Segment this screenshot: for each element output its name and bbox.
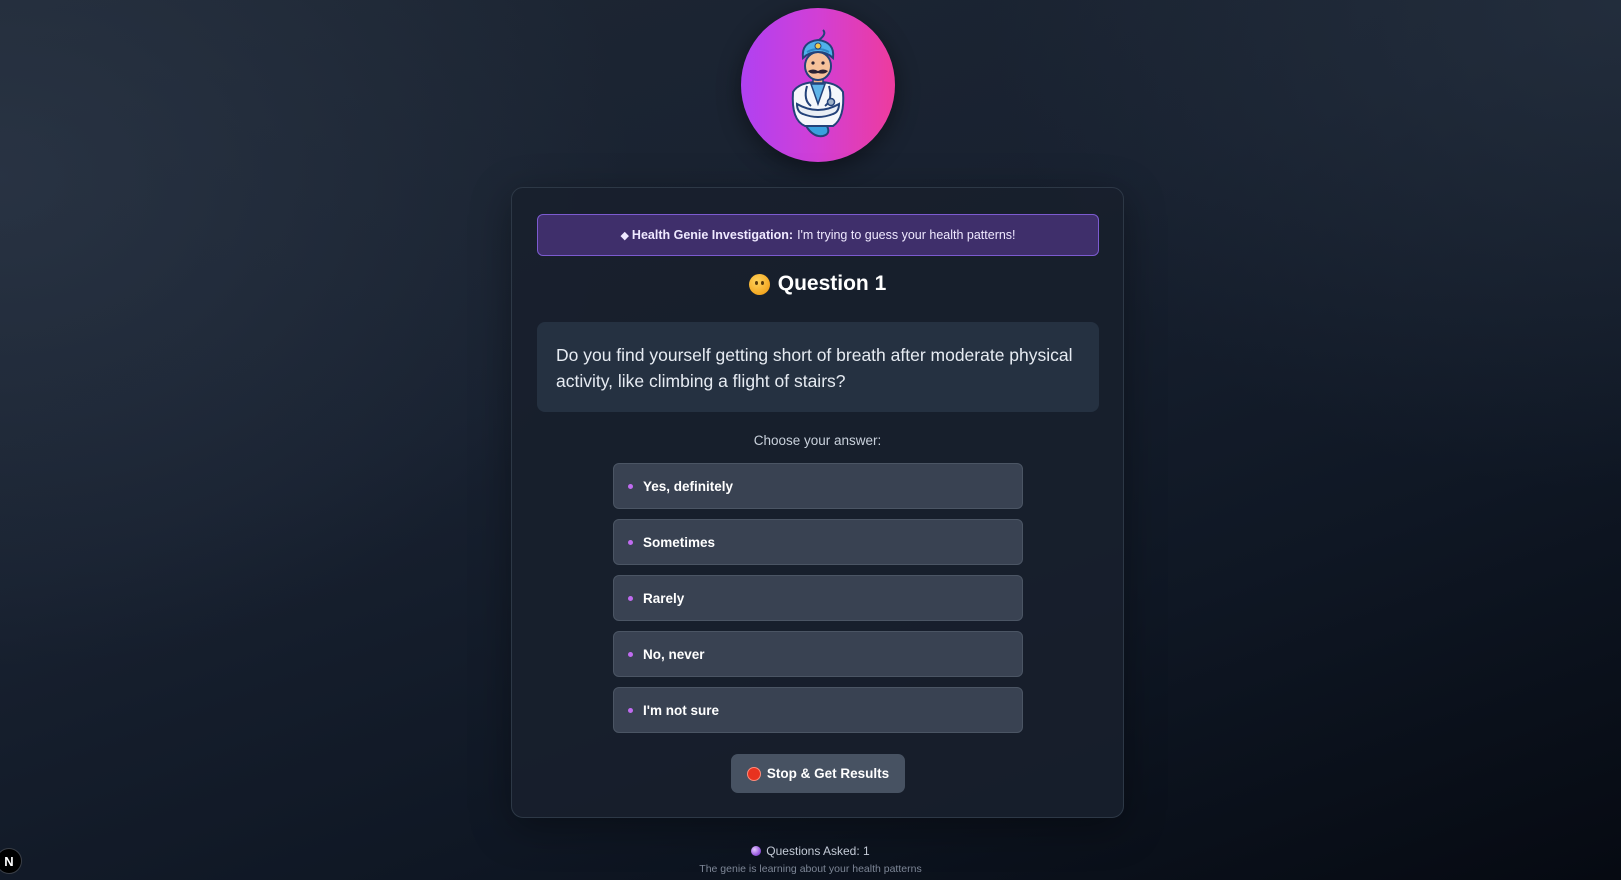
red-circle-icon [746,766,761,781]
question-heading: Question 1 [512,272,1123,296]
thinking-face-icon [748,273,770,295]
answer-label: I'm not sure [643,702,719,718]
questions-asked-text: Questions Asked: 1 [766,844,870,858]
genie-doctor-illustration [791,29,845,138]
investigation-banner: ◆ Health Genie Investigation: I'm trying… [537,214,1099,256]
bullet-icon [628,707,633,713]
bullet-icon [628,595,633,601]
footer-subtitle: The genie is learning about your health … [699,863,922,875]
choose-answer-label: Choose your answer: [753,433,882,448]
answer-label: Yes, definitely [643,478,734,494]
diamond-icon: ◆ [620,229,629,242]
question-card: ◆ Health Genie Investigation: I'm trying… [511,187,1124,818]
banner-title: Health Genie Investigation: [631,228,794,242]
banner-text: I'm trying to guess your health patterns… [797,228,1016,242]
stop-get-results-button[interactable]: Stop & Get Results [731,754,905,793]
answer-option-yes-definitely[interactable]: Yes, definitely [613,463,1023,509]
question-number: Question 1 [777,272,887,295]
bullet-icon [628,539,633,545]
answer-option-rarely[interactable]: Rarely [613,575,1023,621]
answer-option-sometimes[interactable]: Sometimes [613,519,1023,565]
answer-option-no-never[interactable]: No, never [613,631,1023,677]
question-text-box: Do you find yourself getting short of br… [537,322,1099,412]
bullet-icon [628,651,633,657]
bullet-icon [628,483,633,489]
answer-label: Sometimes [643,534,716,550]
genie-doctor-avatar [741,8,895,162]
answer-label: No, never [643,646,705,662]
question-text: Do you find yourself getting short of br… [556,345,1073,391]
crystal-ball-icon [751,846,762,856]
answer-label: Rarely [643,590,685,606]
questions-asked-counter: Questions Asked: 1 [0,844,1621,858]
answer-option-not-sure[interactable]: I'm not sure [613,687,1023,733]
stop-button-label: Stop & Get Results [766,766,890,781]
